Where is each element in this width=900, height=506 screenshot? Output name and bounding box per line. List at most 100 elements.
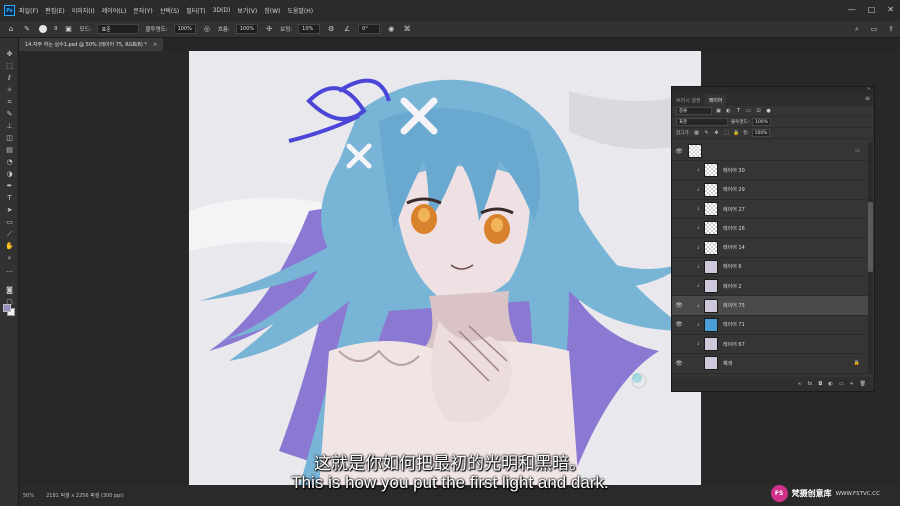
filter-pixel-icon[interactable]: ▣: [715, 108, 722, 115]
tab-layers[interactable]: 레이어: [704, 95, 727, 106]
visibility-eye-icon[interactable]: 👁: [672, 148, 686, 155]
lock-position-icon[interactable]: ✥: [713, 130, 720, 137]
eraser-tool-icon[interactable]: ◫: [4, 134, 15, 143]
smoothing-field[interactable]: 10%: [298, 24, 321, 34]
opacity-field[interactable]: 100%: [173, 24, 196, 34]
menu-help[interactable]: 도움말(H): [287, 6, 313, 15]
collapse-panel-icon[interactable]: »: [867, 86, 870, 92]
lasso-tool-icon[interactable]: ℓ: [4, 74, 15, 83]
layer-row[interactable]: 👁 ▭: [672, 142, 868, 162]
eyedropper-tool-icon[interactable]: ⟋: [4, 230, 15, 239]
tab-brush-settings[interactable]: 브러시 설정: [672, 95, 705, 106]
airbrush-icon[interactable]: ✣: [264, 24, 274, 34]
home-icon[interactable]: ⌂: [6, 24, 16, 34]
hand-tool-icon[interactable]: ✋: [4, 242, 15, 251]
blur-tool-icon[interactable]: ◔: [4, 158, 15, 167]
layer-row[interactable]: 👁 ↓ 레이어 67: [672, 335, 868, 355]
lock-all-icon[interactable]: 🔒: [733, 130, 740, 137]
layer-row[interactable]: 👁 ↓ 레이어 30: [672, 161, 868, 181]
dodge-tool-icon[interactable]: ◑: [4, 170, 15, 179]
visibility-eye-icon[interactable]: 👁: [672, 186, 686, 193]
layer-row[interactable]: 👁 ↓ 레이어 71: [672, 316, 868, 335]
link-layers-icon[interactable]: ∞: [797, 381, 801, 387]
workspace-icon[interactable]: ▭: [869, 24, 879, 34]
move-tool-icon[interactable]: ✥: [4, 50, 15, 59]
filter-toggle-icon[interactable]: ●: [765, 108, 772, 115]
menu-file[interactable]: 파일(F): [19, 6, 38, 15]
pressure-size-icon[interactable]: ◉: [386, 24, 396, 34]
visibility-eye-icon[interactable]: 👁: [672, 167, 686, 174]
brush-settings-icon[interactable]: ▣: [64, 24, 74, 34]
filter-shape-icon[interactable]: ▭: [745, 108, 752, 115]
visibility-eye-icon[interactable]: 👁: [672, 321, 686, 328]
brush-tool-icon[interactable]: ✎: [4, 110, 15, 119]
visibility-eye-icon[interactable]: 👁: [672, 283, 686, 290]
pen-tool-icon[interactable]: ✒: [4, 182, 15, 191]
visibility-eye-icon[interactable]: 👁: [672, 244, 686, 251]
layer-opacity-field[interactable]: 100%: [752, 118, 771, 126]
shape-tool-icon[interactable]: ▭: [4, 218, 15, 227]
menu-image[interactable]: 이미지(I): [72, 6, 95, 15]
screen-mode-icon[interactable]: ▢: [4, 298, 15, 307]
brush-tool-icon[interactable]: ✎: [22, 24, 32, 34]
search-icon[interactable]: ⌕: [852, 24, 862, 34]
mode-select[interactable]: 표준: [97, 24, 140, 34]
marquee-tool-icon[interactable]: ⬚: [4, 62, 15, 71]
blend-mode-select[interactable]: 표준: [676, 118, 728, 126]
quick-mask-icon[interactable]: ◙: [4, 286, 15, 295]
zoom-tool-icon[interactable]: ⌕: [4, 254, 15, 263]
layer-row[interactable]: 👁 ↓ 레이어 6: [672, 258, 868, 278]
layer-row[interactable]: 👁 ↓ 레이어 14: [672, 238, 868, 258]
type-tool-icon[interactable]: T: [4, 194, 15, 203]
layer-row[interactable]: 👁 ↓ 레이어 26: [672, 219, 868, 239]
angle-field[interactable]: 0°: [358, 24, 381, 34]
close-tab-icon[interactable]: ×: [153, 42, 157, 48]
menu-window[interactable]: 창(W): [264, 6, 280, 15]
menu-filter[interactable]: 필터(T): [186, 6, 205, 15]
share-icon[interactable]: ⇪: [886, 24, 896, 34]
quick-select-tool-icon[interactable]: ✧: [4, 86, 15, 95]
layer-row[interactable]: 👁 ↓ 레이어 29: [672, 181, 868, 200]
maximize-icon[interactable]: □: [868, 5, 876, 14]
filter-type-icon[interactable]: T: [735, 108, 742, 115]
layer-row[interactable]: 👁 ↓ 레이어 2: [672, 277, 868, 297]
lock-transparent-icon[interactable]: ▦: [693, 130, 700, 137]
menu-view[interactable]: 보기(V): [237, 6, 257, 15]
visibility-eye-icon[interactable]: 👁: [672, 360, 686, 367]
pressure-opacity-icon[interactable]: ◎: [202, 24, 212, 34]
new-group-icon[interactable]: ▭: [839, 381, 844, 387]
layer-row[interactable]: 👁 ↓ 레이어 27: [672, 200, 868, 220]
gradient-tool-icon[interactable]: ▤: [4, 146, 15, 155]
visibility-eye-icon[interactable]: 👁: [672, 263, 686, 270]
flow-field[interactable]: 100%: [235, 24, 259, 34]
visibility-eye-icon[interactable]: 👁: [672, 341, 686, 348]
brush-preset-picker[interactable]: [38, 24, 48, 34]
visibility-eye-icon[interactable]: 👁: [672, 206, 686, 213]
menu-type[interactable]: 문자(Y): [133, 6, 152, 15]
document-tab[interactable]: 14.자주 하는 실수1.psd @ 50% (레이어 75, RGB/8) *…: [19, 38, 164, 51]
new-layer-icon[interactable]: +: [849, 381, 853, 387]
filter-kind-select[interactable]: 종류: [676, 107, 712, 115]
menu-layer[interactable]: 레이어(L): [102, 6, 127, 15]
more-tools-icon[interactable]: …: [4, 266, 15, 275]
symmetry-icon[interactable]: ⌘: [402, 24, 412, 34]
lock-image-icon[interactable]: ✎: [703, 130, 710, 137]
layer-row[interactable]: 👁 채색 🔒: [672, 354, 868, 374]
menu-select[interactable]: 선택(S): [160, 6, 180, 15]
add-mask-icon[interactable]: ◘: [818, 381, 822, 387]
document-canvas[interactable]: [189, 51, 701, 488]
zoom-level[interactable]: 50%: [23, 493, 34, 499]
fill-field[interactable]: 100%: [751, 129, 771, 137]
scroll-thumb[interactable]: [868, 202, 873, 272]
panel-menu-icon[interactable]: ≡: [865, 95, 870, 102]
document-info[interactable]: 2181 픽셀 x 2256 픽셀 (300 ppi): [46, 492, 124, 499]
lock-artboard-icon[interactable]: ⬚: [723, 130, 730, 137]
layer-style-icon[interactable]: fx: [808, 381, 813, 387]
adjustment-layer-icon[interactable]: ◐: [828, 381, 832, 387]
gear-icon[interactable]: ⚙: [326, 24, 336, 34]
close-icon[interactable]: ✕: [887, 5, 894, 14]
delete-layer-icon[interactable]: 🗑: [860, 381, 866, 387]
path-select-tool-icon[interactable]: ➤: [4, 206, 15, 215]
filter-smart-icon[interactable]: ⊡: [755, 108, 762, 115]
menu-edit[interactable]: 편집(E): [45, 6, 65, 15]
